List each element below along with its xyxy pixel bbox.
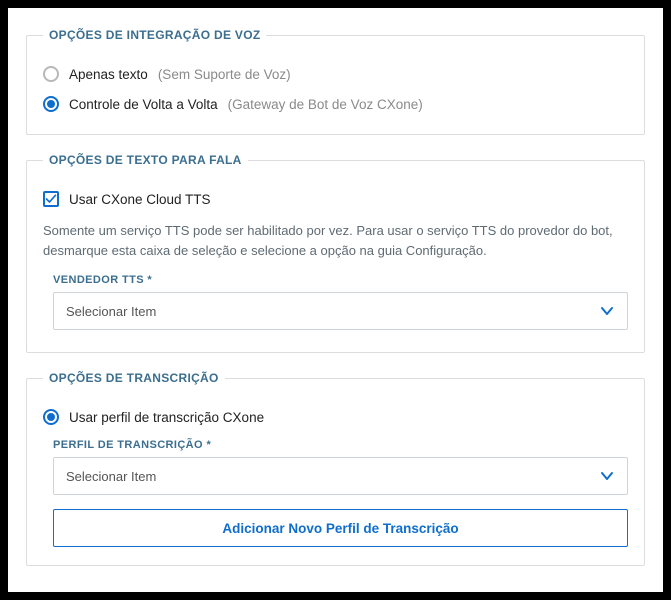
transcription-use-cxone-profile[interactable]: Usar perfil de transcrição CXone bbox=[43, 409, 628, 425]
voice-option-text-only[interactable]: Apenas texto (Sem Suporte de Voz) bbox=[43, 66, 628, 82]
checkbox-icon bbox=[43, 191, 59, 207]
add-transcription-profile-button[interactable]: Adicionar Novo Perfil de Transcrição bbox=[53, 509, 628, 547]
check-icon bbox=[45, 193, 57, 205]
voice-integration-section: OPÇÕES DE INTEGRAÇÃO DE VOZ Apenas texto… bbox=[26, 28, 645, 135]
voice-option-hint: (Sem Suporte de Voz) bbox=[158, 67, 291, 82]
tts-vendor-select[interactable]: Selecionar Item bbox=[53, 292, 628, 330]
tts-use-cxone-checkbox[interactable]: Usar CXone Cloud TTS bbox=[43, 191, 628, 207]
transcription-profile-placeholder: Selecionar Item bbox=[66, 469, 156, 484]
tts-section: OPÇÕES DE TEXTO PARA FALA Usar CXone Clo… bbox=[26, 153, 645, 353]
radio-icon bbox=[43, 409, 59, 425]
transcription-profile-label: PERFIL DE TRANSCRIÇÃO * bbox=[53, 439, 628, 451]
tts-description: Somente um serviço TTS pode ser habilita… bbox=[43, 221, 628, 260]
transcription-section: OPÇÕES DE TRANSCRIÇÃO Usar perfil de tra… bbox=[26, 371, 645, 566]
voice-option-label: Apenas texto bbox=[69, 67, 148, 82]
settings-panel: OPÇÕES DE INTEGRAÇÃO DE VOZ Apenas texto… bbox=[8, 8, 663, 592]
voice-option-hint: (Gateway de Bot de Voz CXone) bbox=[228, 97, 423, 112]
tts-vendor-placeholder: Selecionar Item bbox=[66, 304, 156, 319]
voice-integration-legend: OPÇÕES DE INTEGRAÇÃO DE VOZ bbox=[43, 28, 266, 42]
chevron-down-icon bbox=[599, 303, 615, 319]
transcription-radio-label: Usar perfil de transcrição CXone bbox=[69, 410, 264, 425]
radio-icon bbox=[43, 96, 59, 112]
voice-option-label: Controle de Volta a Volta bbox=[69, 97, 218, 112]
transcription-legend: OPÇÕES DE TRANSCRIÇÃO bbox=[43, 371, 225, 385]
chevron-down-icon bbox=[599, 468, 615, 484]
radio-icon bbox=[43, 66, 59, 82]
tts-vendor-label: VENDEDOR TTS * bbox=[53, 274, 628, 286]
add-button-label: Adicionar Novo Perfil de Transcrição bbox=[222, 521, 458, 536]
voice-option-turn-by-turn[interactable]: Controle de Volta a Volta (Gateway de Bo… bbox=[43, 96, 628, 112]
tts-checkbox-label: Usar CXone Cloud TTS bbox=[69, 192, 211, 207]
tts-legend: OPÇÕES DE TEXTO PARA FALA bbox=[43, 153, 248, 167]
transcription-profile-select[interactable]: Selecionar Item bbox=[53, 457, 628, 495]
